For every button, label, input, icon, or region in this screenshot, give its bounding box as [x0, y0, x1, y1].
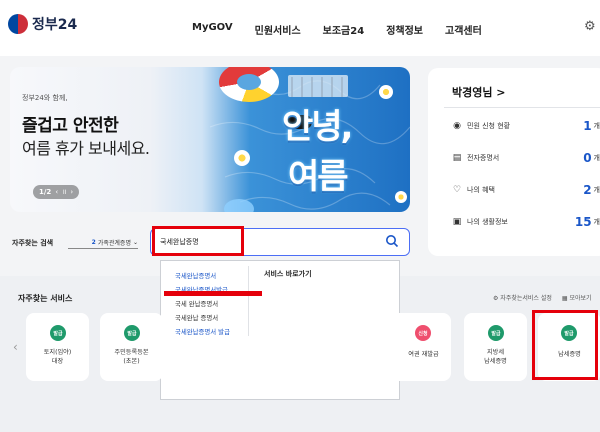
profile-row-unit: 개: [593, 122, 600, 130]
frequent-search-label: 자주찾는 검색: [12, 239, 54, 247]
tube-icon: [224, 199, 254, 212]
nav-subsidy24[interactable]: 보조금24: [323, 22, 365, 37]
heart-icon: ♡: [452, 185, 462, 195]
profile-row-label: 전자증명서: [467, 154, 500, 162]
profile-name[interactable]: 박경영님 >: [452, 84, 506, 100]
service-label: 주민등록등본 (초본): [114, 349, 149, 365]
header: 정부24 MyGOV 민원서비스 보조금24 정책정보 고객센터 ⚙: [0, 0, 600, 56]
nav-customer-center[interactable]: 고객센터: [445, 22, 482, 37]
more-label: 모아보기: [569, 295, 592, 302]
profile-row-label: 나의 생활정보: [467, 218, 508, 226]
next-arrow-icon[interactable]: ›: [70, 188, 73, 196]
suggestion-item[interactable]: 국세완납 증명서: [175, 313, 218, 322]
issue-badge: 발급: [50, 325, 66, 341]
profile-row-e-certificate[interactable]: ▤ 전자증명서 0 개: [452, 150, 600, 166]
prev-arrow-icon[interactable]: ‹: [55, 188, 58, 196]
issue-badge: 발급: [124, 325, 140, 341]
person-circle-icon: ◉: [453, 121, 461, 131]
nav-civil-services[interactable]: 민원서비스: [255, 22, 301, 37]
chevron-down-icon: ⌄: [132, 238, 138, 246]
services-settings-bar: ⚙ 자주찾는서비스 설정 ▦ 모아보기: [493, 293, 592, 302]
main-nav: MyGOV 민원서비스 보조금24 정책정보 고객센터: [192, 22, 482, 37]
select-value: 가족관계증명: [97, 239, 131, 247]
select-rank: 2: [91, 238, 96, 246]
chevron-left-icon[interactable]: ‹: [13, 340, 18, 354]
flower-icon: [234, 150, 250, 166]
frequent-services-title: 자주찾는 서비스: [18, 294, 73, 303]
profile-row-value: 0: [583, 151, 592, 165]
service-card-resident[interactable]: [100, 313, 163, 381]
profile-row-value: 1: [583, 119, 592, 133]
apply-badge: 신청: [415, 325, 431, 341]
banner-page-count: 1/2: [39, 188, 52, 196]
flower-icon: [395, 191, 407, 203]
profile-row-applications[interactable]: ◉ 민원 신청 현황 1 개: [452, 118, 600, 134]
profile-row-unit: 개: [593, 154, 600, 162]
suggestion-item[interactable]: 국세 완납증명서: [175, 299, 218, 308]
document-icon: ▤: [452, 153, 462, 163]
taegeuk-logo-icon: [8, 14, 28, 34]
profile-row-unit: 개: [593, 186, 600, 194]
banner-small-text: 정부24와 함께,: [22, 94, 68, 102]
service-label: 토지(임야) 대장: [43, 349, 72, 365]
nav-mygov[interactable]: MyGOV: [192, 22, 233, 37]
flower-icon: [379, 85, 393, 99]
highlight-underline: [164, 291, 262, 296]
banner-pager: 1/2 ‹ ॥ ›: [33, 185, 80, 199]
highlight-box-tax-payment: [532, 310, 598, 380]
suggestion-item[interactable]: 국세완납증명서: [175, 271, 216, 280]
profile-row-label: 나의 혜택: [467, 186, 495, 194]
banner-title: 즐겁고 안전한: [22, 116, 119, 136]
profile-row-life-info[interactable]: ▣ 나의 생활정보 15 개: [452, 214, 600, 230]
profile-row-benefits[interactable]: ♡ 나의 혜택 2 개: [452, 182, 600, 198]
banner-art-line2: 여름: [288, 157, 349, 197]
issue-badge: 발급: [488, 325, 504, 341]
search-icon[interactable]: [385, 234, 399, 248]
service-label: 여권 재발급: [408, 351, 439, 358]
profile-row-value: 2: [583, 183, 592, 197]
info-card-icon: ▣: [452, 217, 462, 227]
settings-icon[interactable]: ⚙: [584, 19, 596, 34]
profile-row-label: 민원 신청 현황: [467, 122, 511, 130]
settings-label: 자주찾는서비스 설정: [500, 295, 552, 302]
frequent-search-select[interactable]: 2 가족관계증명 ⌄: [68, 236, 138, 249]
logo-text: 정부24: [32, 17, 78, 33]
logo[interactable]: 정부24: [8, 14, 77, 34]
services-settings-link[interactable]: ⚙ 자주찾는서비스 설정: [493, 293, 552, 302]
service-card-local-tax[interactable]: [464, 313, 527, 381]
dropdown-divider: [248, 266, 249, 336]
banner-art-line1: 안녕,: [282, 107, 353, 147]
divider: [444, 107, 600, 108]
service-card-land[interactable]: [26, 313, 89, 381]
service-label: 지방세 납세증명: [484, 349, 507, 365]
profile-row-unit: 개: [593, 218, 600, 226]
service-card-passport[interactable]: [388, 313, 451, 381]
nav-policy-info[interactable]: 정책정보: [386, 22, 423, 37]
pause-icon[interactable]: ॥: [62, 188, 66, 197]
highlight-box-search: [152, 226, 244, 256]
suggestion-item[interactable]: 국세완납증명서 발급: [175, 327, 230, 336]
services-more-link[interactable]: ▦ 모아보기: [562, 293, 592, 302]
profile-row-value: 15: [574, 215, 592, 229]
banner-subtitle: 여름 휴가 보내세요.: [22, 139, 150, 158]
service-shortcut-heading: 서비스 바로가기: [264, 270, 312, 278]
